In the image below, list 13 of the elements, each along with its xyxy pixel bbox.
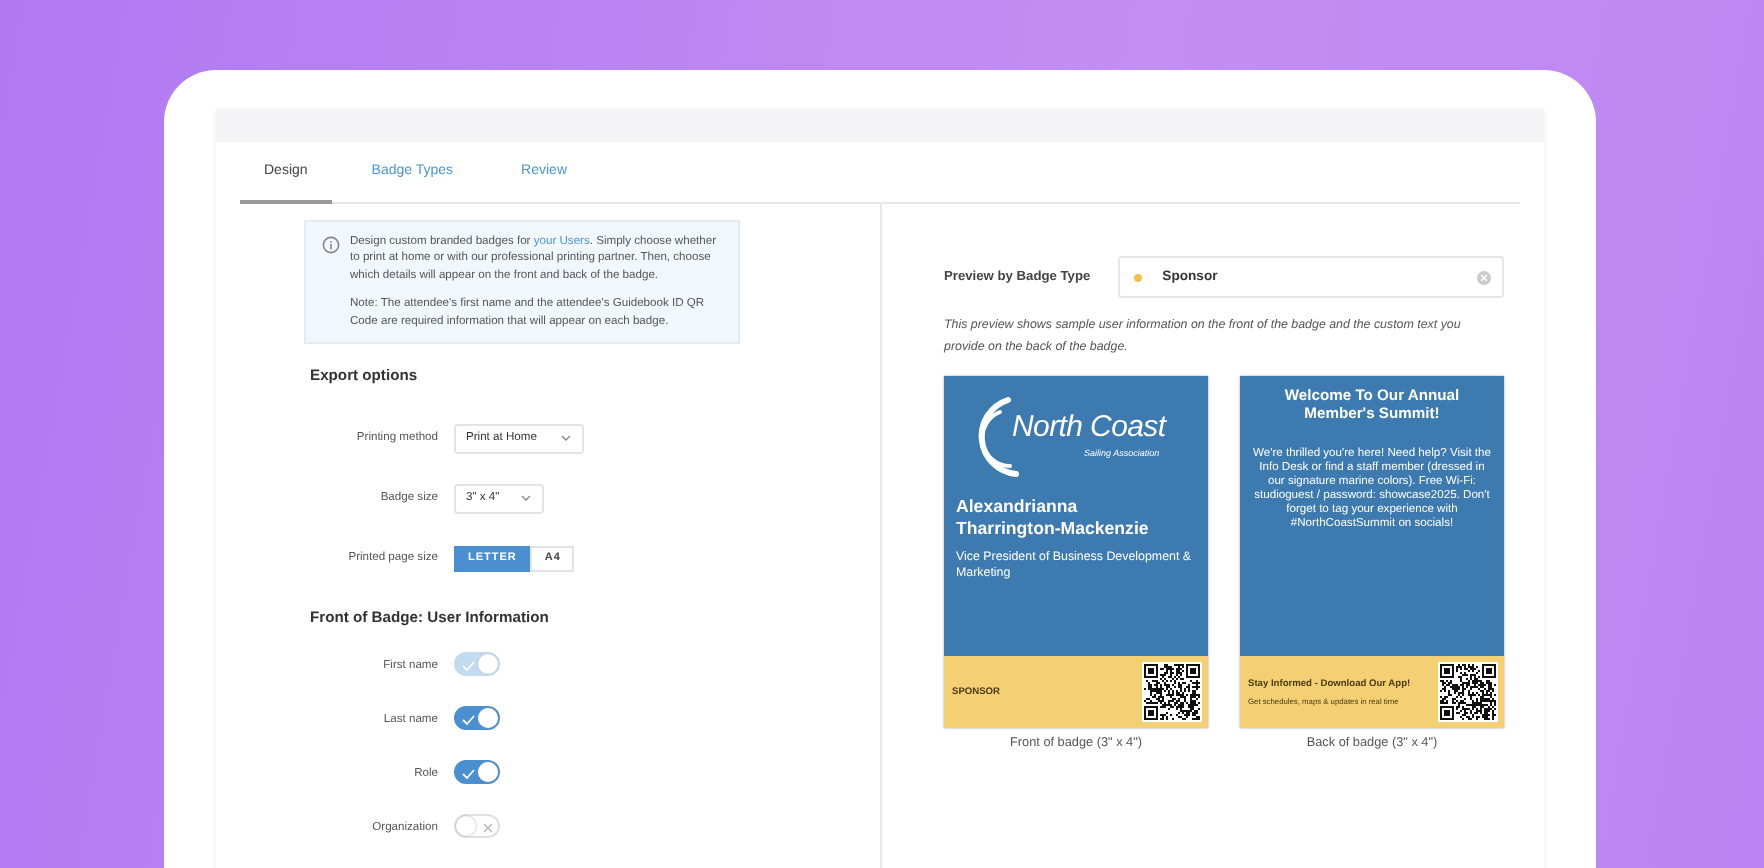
check-icon	[462, 659, 476, 672]
info-icon	[322, 236, 340, 254]
check-icon	[462, 767, 476, 780]
caret-icon	[560, 434, 572, 443]
qr-code-icon	[1438, 662, 1498, 722]
check-icon	[462, 713, 476, 726]
attendee-name: Alexandrianna Tharrington-Mackenzie	[956, 496, 1151, 540]
cross-icon	[482, 821, 494, 834]
clear-icon	[1476, 269, 1492, 285]
toggle-switch[interactable]	[454, 759, 500, 784]
qr-code-icon	[1142, 662, 1202, 722]
caret-icon	[520, 494, 532, 503]
toggle-switch[interactable]	[454, 705, 500, 730]
